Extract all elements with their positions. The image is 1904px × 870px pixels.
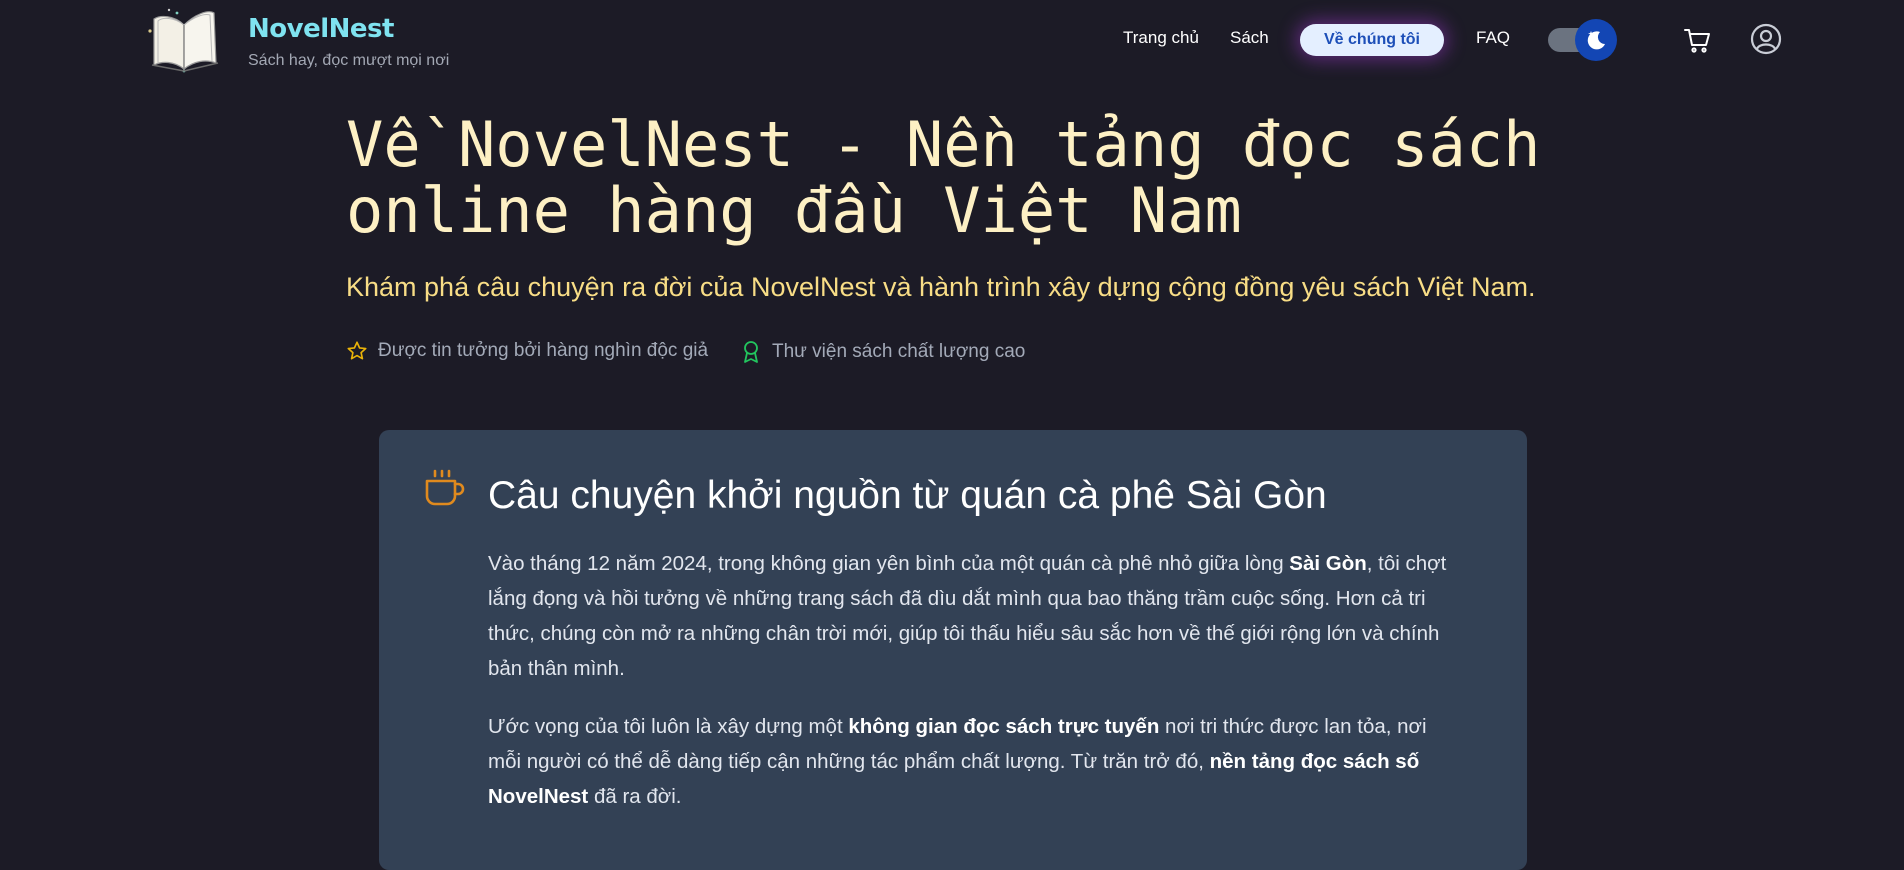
story-card: Câu chuyện khởi nguồn từ quán cà phê Sài… — [379, 430, 1527, 870]
book-logo-icon[interactable] — [144, 5, 222, 75]
award-icon — [744, 341, 758, 363]
brand-name[interactable]: NovelNest — [248, 14, 394, 44]
trust-badge: Được tin tưởng bởi hàng nghìn độc giả — [346, 340, 708, 362]
story-paragraph-1: Vào tháng 12 năm 2024, trong không gian … — [488, 546, 1448, 686]
nav-home[interactable]: Trang chủ — [1123, 28, 1199, 48]
story-p2-text-3: đã ra đời. — [588, 785, 682, 808]
story-p2-text-1: Ước vọng của tôi luôn là xây dựng một — [488, 715, 849, 738]
user-circle-icon[interactable] — [1749, 22, 1783, 56]
cart-icon[interactable] — [1681, 24, 1713, 56]
story-paragraph-2: Ước vọng của tôi luôn là xây dựng một kh… — [488, 709, 1448, 814]
page-title: Về NovelNest - Nền tảng đọc sách online … — [346, 112, 1646, 244]
page-title-line-2: online hàng đầu Việt Nam — [346, 174, 1242, 247]
nav-books[interactable]: Sách — [1230, 28, 1269, 48]
story-p2-bold-1: không gian đọc sách trực tuyến — [848, 715, 1160, 738]
brand-tagline: Sách hay, đọc mượt mọi nơi — [248, 52, 450, 69]
page-subtitle: Khám phá câu chuyện ra đời của NovelNest… — [346, 272, 1536, 302]
star-icon — [347, 341, 367, 360]
quality-badge: Thư viện sách chất lượng cao — [740, 340, 1025, 364]
story-p1-bold-1: Sài Gòn — [1289, 552, 1367, 575]
story-p1-text-1: Vào tháng 12 năm 2024, trong không gian … — [488, 552, 1290, 575]
trust-badge-label: Được tin tưởng bởi hàng nghìn độc giả — [378, 340, 709, 361]
story-title: Câu chuyện khởi nguồn từ quán cà phê Sài… — [488, 474, 1327, 517]
page-title-line-1: Về NovelNest - Nền tảng đọc sách — [346, 108, 1541, 181]
quality-badge-label: Thư viện sách chất lượng cao — [772, 341, 1026, 362]
nav-faq[interactable]: FAQ — [1476, 28, 1510, 48]
nav-about-us[interactable]: Về chúng tôi — [1300, 24, 1444, 56]
coffee-cup-icon — [423, 468, 465, 510]
site-header: NovelNest Sách hay, đọc mượt mọi nơi Tra… — [0, 0, 1904, 80]
moon-icon[interactable] — [1575, 19, 1617, 61]
